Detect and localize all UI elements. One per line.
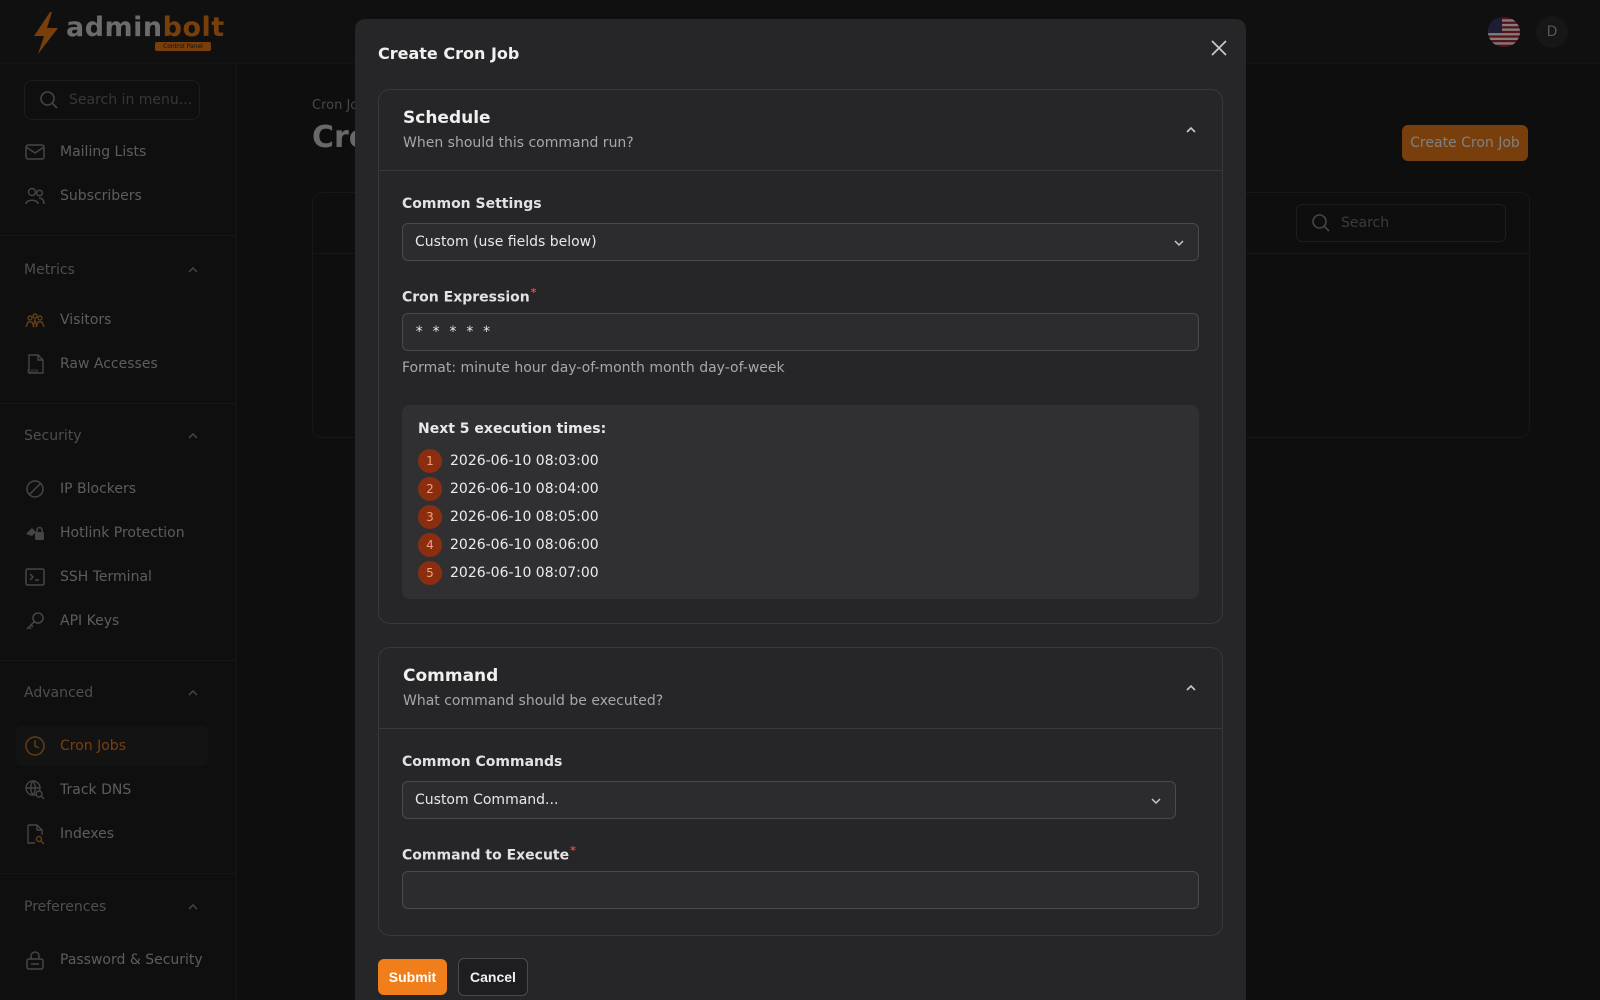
- cron-expression-input[interactable]: * * * * *: [402, 313, 1199, 351]
- chevron-down-icon: [1174, 240, 1184, 247]
- common-commands-label: Common Commands: [402, 754, 563, 770]
- command-to-execute-label: Command to Execute*: [402, 844, 576, 864]
- schedule-subtitle: When should this command run?: [403, 135, 634, 151]
- schedule-section-header[interactable]: Schedule When should this command run?: [379, 90, 1222, 171]
- command-subtitle: What command should be executed?: [403, 693, 664, 709]
- modal-title: Create Cron Job: [378, 44, 520, 63]
- chevron-up-icon[interactable]: [1182, 121, 1200, 139]
- list-item: 4 2026-06-10 08:06:00: [418, 533, 599, 557]
- command-section-header[interactable]: Command What command should be executed?: [379, 648, 1222, 729]
- create-cron-job-modal: Create Cron Job Schedule When should thi…: [355, 19, 1246, 1000]
- cron-expression-label: Cron Expression*: [402, 286, 537, 306]
- next-execution-times: Next 5 execution times: 1 2026-06-10 08:0…: [402, 405, 1199, 599]
- command-title: Command: [403, 666, 499, 686]
- common-settings-select[interactable]: Custom (use fields below): [402, 223, 1199, 261]
- schedule-title: Schedule: [403, 108, 491, 128]
- common-settings-label: Common Settings: [402, 196, 542, 212]
- command-to-execute-input[interactable]: [402, 871, 1199, 909]
- required-marker: *: [570, 844, 576, 857]
- common-commands-select[interactable]: Custom Command...: [402, 781, 1176, 819]
- list-item: 3 2026-06-10 08:05:00: [418, 505, 599, 529]
- next-execution-title: Next 5 execution times:: [418, 421, 607, 437]
- chevron-up-icon[interactable]: [1182, 679, 1200, 697]
- submit-button[interactable]: Submit: [378, 959, 447, 995]
- chevron-down-icon: [1151, 798, 1161, 805]
- required-marker: *: [530, 286, 537, 299]
- schedule-section: Schedule When should this command run? C…: [378, 89, 1223, 624]
- list-item: 1 2026-06-10 08:03:00: [418, 449, 599, 473]
- command-section: Command What command should be executed?…: [378, 647, 1223, 936]
- close-icon[interactable]: [1207, 36, 1231, 60]
- cron-format-help: Format: minute hour day-of-month month d…: [402, 360, 785, 376]
- list-item: 5 2026-06-10 08:07:00: [418, 561, 599, 585]
- cancel-button[interactable]: Cancel: [458, 958, 528, 996]
- list-item: 2 2026-06-10 08:04:00: [418, 477, 599, 501]
